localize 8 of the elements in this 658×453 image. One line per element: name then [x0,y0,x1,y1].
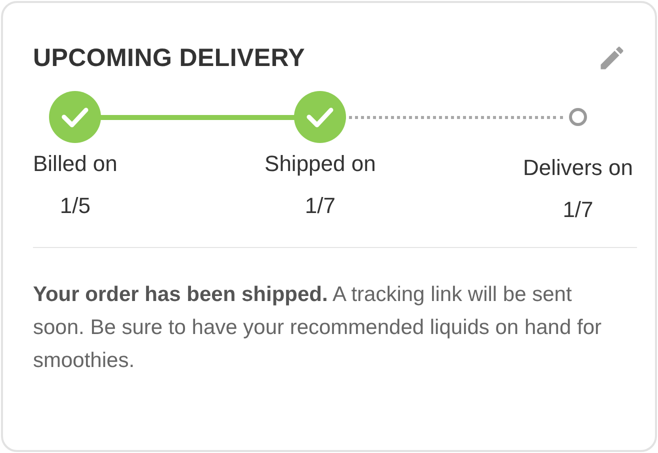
step-label: Billed on [33,151,118,177]
card-title: UPCOMING DELIVERY [33,44,305,72]
step-label: Shipped on [264,151,376,177]
status-message: Your order has been shipped. A tracking link will be sent soon. Be sure to have your recommended liquids on hand for smoothies. [33,282,603,374]
step-label: Delivers on [522,155,634,181]
step-date: 1/5 [60,193,90,219]
step-date: 1/7 [562,197,594,223]
step-date: 1/7 [304,193,336,219]
